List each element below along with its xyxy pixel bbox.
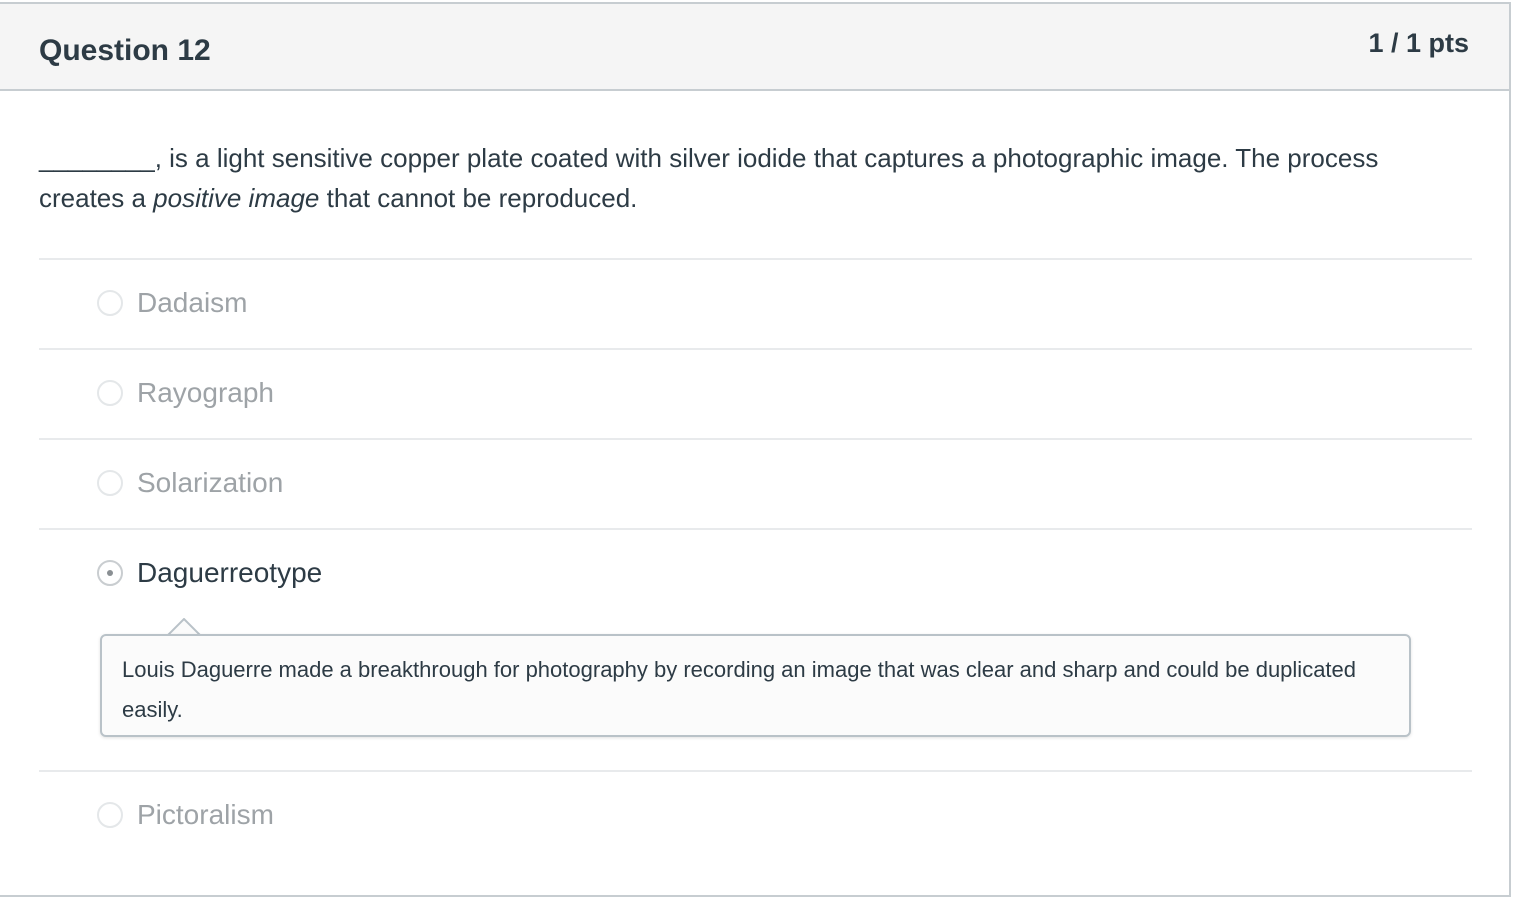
answer-list: Dadaism Rayograph Solarization Daguerreo… (39, 258, 1472, 860)
question-text-emphasis: positive image (153, 183, 320, 213)
answer-label: Daguerreotype (137, 557, 323, 588)
question-header: Question 12 1 / 1 pts (0, 4, 1509, 91)
answer-label: Solarization (137, 467, 284, 498)
answer-option-dadaism[interactable]: Dadaism (39, 258, 1472, 348)
answer-label: Pictoralism (137, 799, 274, 830)
answer-radio[interactable] (97, 470, 123, 496)
answer-comment: Louis Daguerre made a breakthrough for p… (100, 634, 1411, 737)
answer-option-daguerreotype[interactable]: Daguerreotype Louis Daguerre made a brea… (39, 528, 1472, 770)
question-card: Question 12 1 / 1 pts ________, is a lig… (0, 2, 1511, 897)
answer-label: Rayograph (137, 377, 274, 408)
answer-option-rayograph[interactable]: Rayograph (39, 348, 1472, 438)
question-points: 1 / 1 pts (1368, 28, 1469, 58)
answer-radio[interactable] (97, 290, 123, 316)
question-blank: ________ (39, 143, 155, 173)
question-title: Question 12 (39, 34, 211, 67)
answer-label: Dadaism (137, 287, 248, 318)
question-text-part2: that cannot be reproduced. (319, 183, 638, 213)
answer-radio-selected[interactable] (97, 560, 123, 586)
answer-option-pictoralism[interactable]: Pictoralism (39, 770, 1472, 860)
answer-option-solarization[interactable]: Solarization (39, 438, 1472, 528)
question-text: ________, is a light sensitive copper pl… (39, 138, 1439, 218)
answer-radio[interactable] (97, 802, 123, 828)
answer-radio[interactable] (97, 380, 123, 406)
